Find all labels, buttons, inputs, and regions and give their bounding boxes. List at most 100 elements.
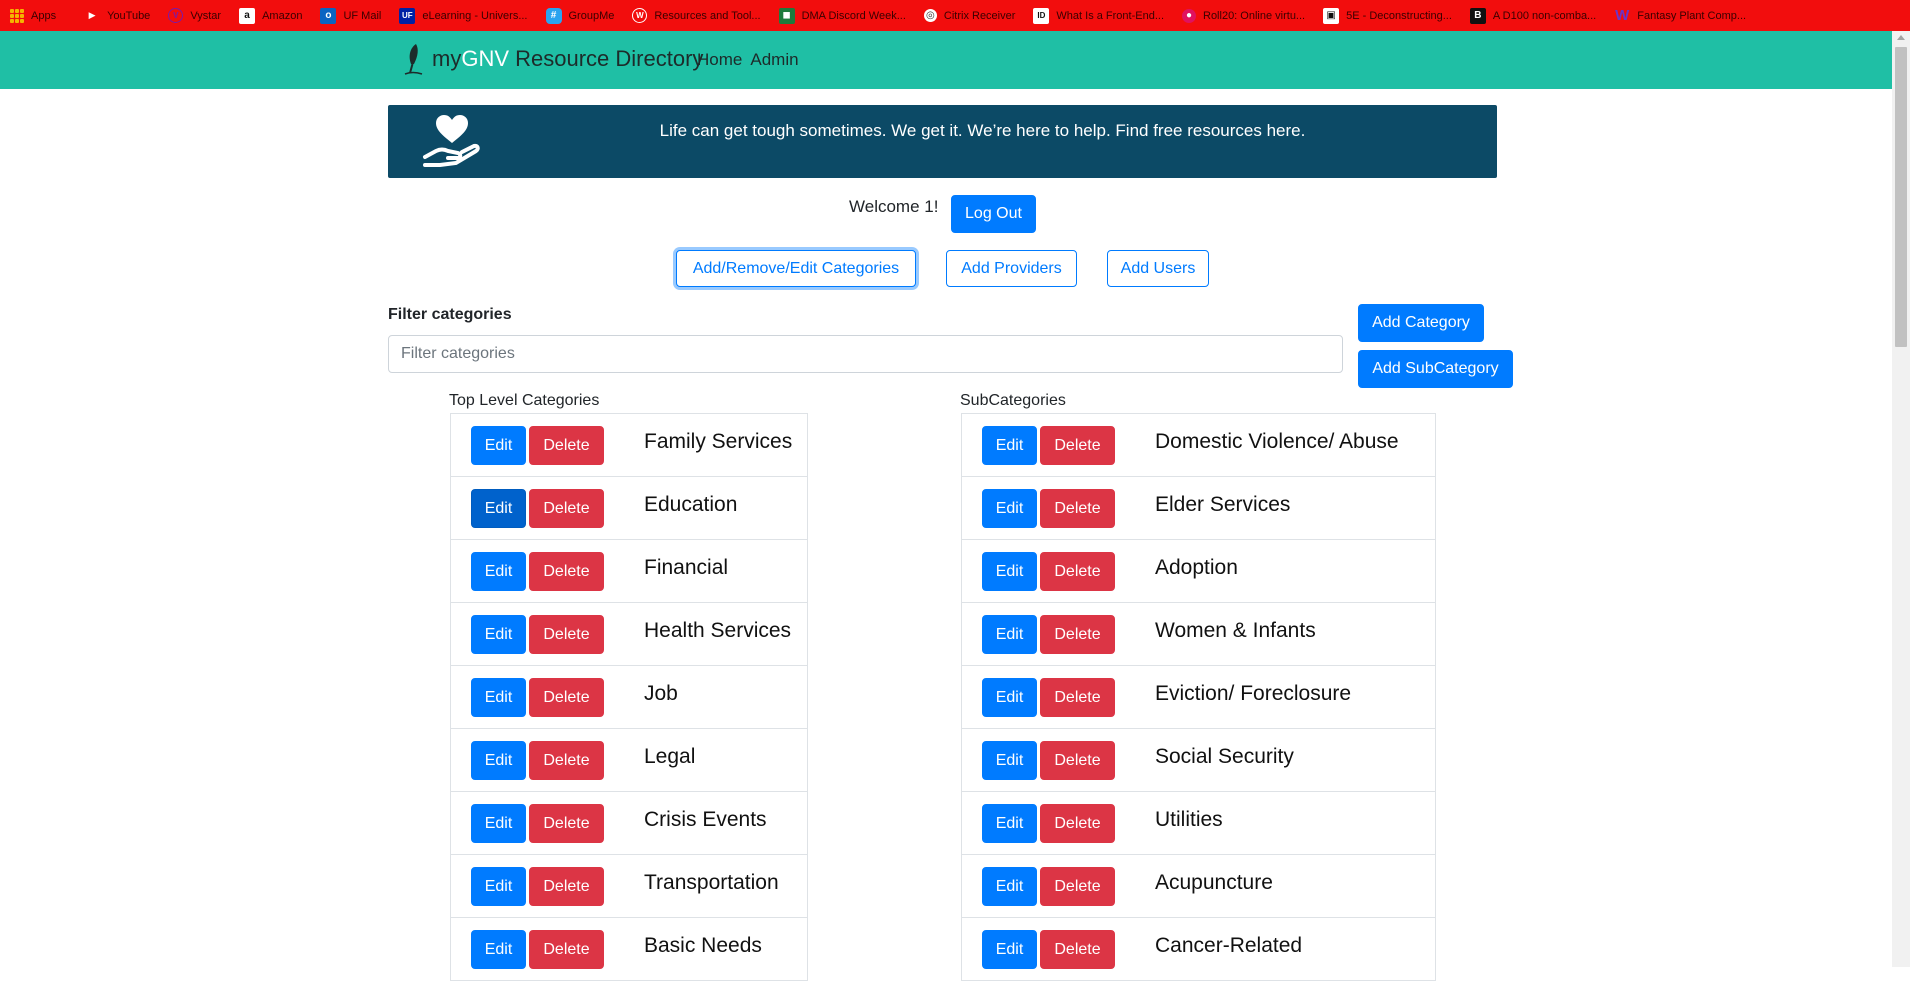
filter-input[interactable] — [388, 335, 1343, 373]
page-scrollbar[interactable] — [1892, 31, 1910, 967]
edit-button[interactable]: Edit — [471, 615, 526, 654]
subcategory-name: Eviction/ Foreclosure — [1155, 682, 1352, 705]
edit-button[interactable]: Edit — [982, 426, 1037, 465]
bookmark-dma-discord[interactable]: ◼ DMA Discord Week... — [761, 0, 906, 31]
bookmark-vystar[interactable]: V Vystar — [150, 0, 221, 31]
edit-button[interactable]: Edit — [982, 867, 1037, 906]
uf-icon: UF — [399, 7, 416, 24]
delete-button[interactable]: Delete — [529, 615, 604, 654]
bookmark-roll20[interactable]: ● Roll20: Online virtu... — [1164, 0, 1305, 31]
edit-button[interactable]: Edit — [982, 552, 1037, 591]
list-item: Edit Delete Family Services — [451, 414, 807, 477]
logout-button[interactable]: Log Out — [951, 195, 1036, 233]
delete-button[interactable]: Delete — [1040, 678, 1115, 717]
users-tab-button[interactable]: Add Users — [1107, 250, 1209, 287]
delete-button[interactable]: Delete — [529, 678, 604, 717]
edit-button[interactable]: Edit — [982, 741, 1037, 780]
delete-button[interactable]: Delete — [1040, 804, 1115, 843]
bookmark-label: Apps — [31, 9, 57, 22]
list-item: Edit Delete Women & Infants — [962, 603, 1435, 666]
subcategories-list: Edit Delete Domestic Violence/ Abuse Edi… — [961, 413, 1436, 981]
delete-button[interactable]: Delete — [529, 552, 604, 591]
delete-button[interactable]: Delete — [1040, 867, 1115, 906]
bookmark-label: Amazon — [262, 9, 303, 22]
nav-home[interactable]: Home — [697, 50, 742, 70]
list-item: Edit Delete Adoption — [962, 540, 1435, 603]
delete-button[interactable]: Delete — [529, 867, 604, 906]
edit-button[interactable]: Edit — [471, 804, 526, 843]
delete-button[interactable]: Delete — [529, 489, 604, 528]
delete-button[interactable]: Delete — [1040, 930, 1115, 969]
list-item: Edit Delete Transportation — [451, 855, 807, 918]
vystar-icon: V — [168, 8, 184, 23]
delete-button[interactable]: Delete — [529, 741, 604, 780]
category-name: Financial — [644, 556, 729, 579]
subcategory-name: Women & Infants — [1155, 619, 1316, 642]
help-banner: Life can get tough sometimes. We get it.… — [388, 105, 1497, 178]
amazon-icon: a — [239, 7, 256, 24]
subcategory-name: Adoption — [1155, 556, 1238, 579]
bookmark-uf-mail[interactable]: o UF Mail — [302, 0, 381, 31]
list-item: Edit Delete Legal — [451, 729, 807, 792]
discord-icon: ◼ — [778, 7, 795, 24]
edit-button[interactable]: Edit — [471, 930, 526, 969]
delete-button[interactable]: Delete — [1040, 741, 1115, 780]
bookmark-elearning[interactable]: UF eLearning - Univers... — [381, 0, 528, 31]
bookmark-label: eLearning - Univers... — [422, 9, 528, 22]
delete-button[interactable]: Delete — [1040, 426, 1115, 465]
categories-tab-button[interactable]: Add/Remove/Edit Categories — [676, 250, 916, 287]
delete-button[interactable]: Delete — [1040, 552, 1115, 591]
add-category-button[interactable]: Add Category — [1358, 304, 1484, 342]
bookmark-5e[interactable]: ▣ 5E - Deconstructing... — [1305, 0, 1452, 31]
bookmark-citrix[interactable]: ◎ Citrix Receiver — [906, 0, 1015, 31]
edit-button[interactable]: Edit — [471, 426, 526, 465]
bookmark-front-end[interactable]: ID What Is a Front-End... — [1015, 0, 1164, 31]
category-name: Job — [644, 682, 678, 705]
apps-grid-icon — [10, 8, 24, 23]
bookmark-label: What Is a Front-End... — [1056, 9, 1164, 22]
edit-button[interactable]: Edit — [471, 741, 526, 780]
delete-button[interactable]: Delete — [529, 426, 604, 465]
edit-button[interactable]: Edit — [982, 930, 1037, 969]
edit-button[interactable]: Edit — [982, 615, 1037, 654]
roll20-icon: ● — [1182, 8, 1196, 23]
brand-suffix: Resource Directory — [509, 46, 704, 71]
bookmark-resources[interactable]: W Resources and Tool... — [614, 0, 761, 31]
list-item: Edit Delete Job — [451, 666, 807, 729]
scroll-up-arrow-icon[interactable] — [1897, 35, 1905, 40]
subcategory-name: Domestic Violence/ Abuse — [1155, 430, 1399, 453]
subcategory-name: Elder Services — [1155, 493, 1291, 516]
youtube-icon: ▶ — [88, 10, 96, 20]
delete-button[interactable]: Delete — [529, 930, 604, 969]
edit-button[interactable]: Edit — [982, 678, 1037, 717]
bookmark-apps[interactable]: Apps — [0, 0, 56, 31]
delete-button[interactable]: Delete — [1040, 615, 1115, 654]
citrix-icon: ◎ — [923, 9, 937, 22]
bookmark-fantasy-plant[interactable]: W Fantasy Plant Comp... — [1596, 0, 1746, 31]
bookmark-label: Vystar — [190, 9, 222, 22]
providers-tab-button[interactable]: Add Providers — [946, 250, 1077, 287]
brand-link[interactable]: my GNV Resource Directory — [402, 42, 703, 76]
w-icon: W — [1615, 7, 1630, 24]
edit-button[interactable]: Edit — [471, 489, 526, 528]
edit-button[interactable]: Edit — [471, 552, 526, 591]
nav-links: Home Admin — [697, 50, 799, 70]
nav-admin[interactable]: Admin — [750, 50, 798, 70]
bookmark-youtube[interactable]: ▶ YouTube — [56, 0, 151, 31]
scroll-thumb[interactable] — [1895, 47, 1907, 347]
edit-button[interactable]: Edit — [471, 678, 526, 717]
delete-button[interactable]: Delete — [1040, 489, 1115, 528]
bookmark-label: YouTube — [107, 9, 151, 22]
bookmark-amazon[interactable]: a Amazon — [221, 0, 302, 31]
edit-button[interactable]: Edit — [471, 867, 526, 906]
list-item: Edit Delete Financial — [451, 540, 807, 603]
edit-button[interactable]: Edit — [982, 804, 1037, 843]
list-item: Edit Delete Health Services — [451, 603, 807, 666]
bookmark-groupme[interactable]: # GroupMe — [528, 0, 614, 31]
delete-button[interactable]: Delete — [529, 804, 604, 843]
bookmark-d100[interactable]: B A D100 non-comba... — [1452, 0, 1596, 31]
edit-button[interactable]: Edit — [982, 489, 1037, 528]
wordpress-icon: W — [632, 8, 648, 23]
list-item: Edit Delete Basic Needs — [451, 918, 807, 981]
add-subcategory-button[interactable]: Add SubCategory — [1358, 350, 1513, 388]
